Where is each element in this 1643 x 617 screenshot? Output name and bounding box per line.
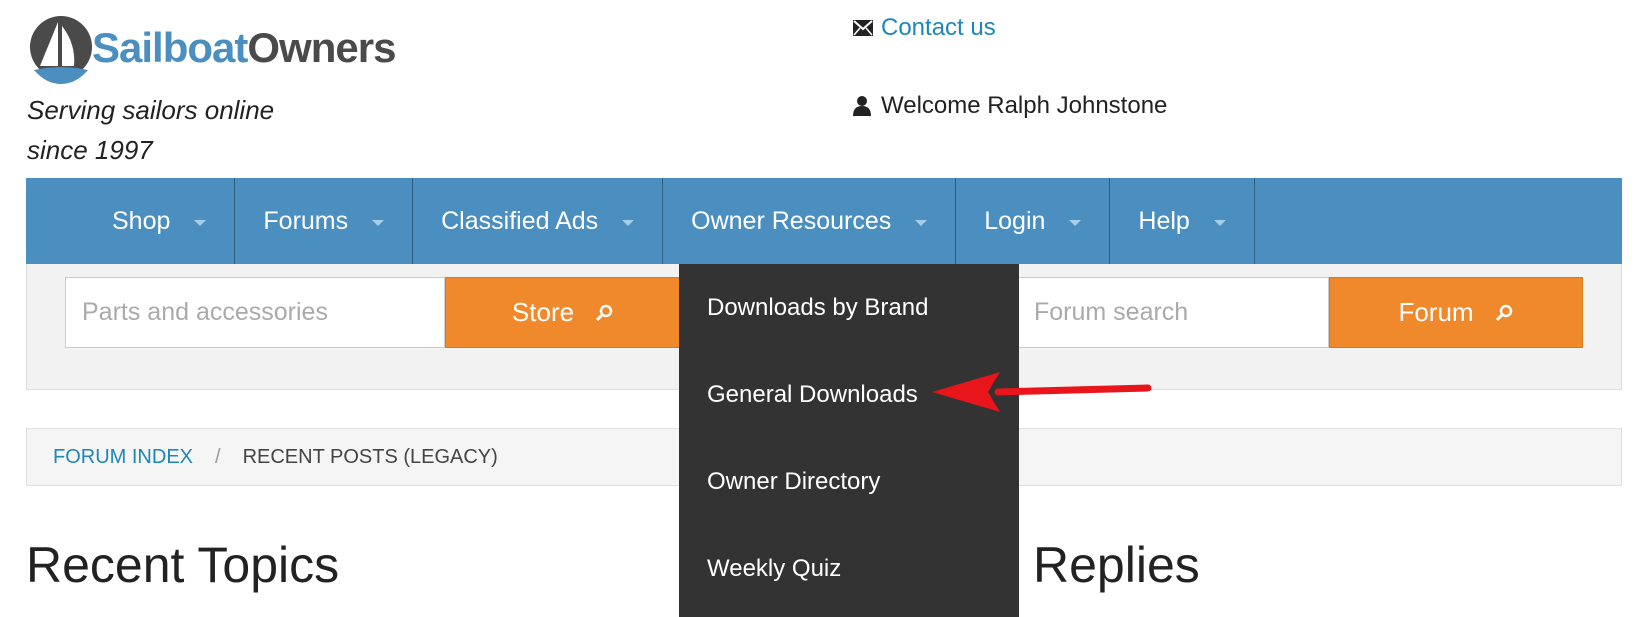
red-arrow-annotation: [932, 372, 1152, 412]
caret-down-icon: [194, 219, 207, 226]
tagline-line-2: since 1997: [27, 135, 153, 165]
store-search-button[interactable]: Store: [445, 277, 681, 348]
nav-item-label: Login: [984, 206, 1046, 235]
store-search-input[interactable]: Parts and accessories: [65, 277, 445, 348]
site-tagline: Serving sailors online since 1997: [27, 90, 347, 170]
owner-resources-dropdown: Downloads by Brand General Downloads Own…: [679, 264, 1019, 617]
forum-search-input[interactable]: Forum search: [1017, 277, 1329, 348]
contact-us-link[interactable]: Contact us: [881, 14, 996, 42]
nav-item-owner-resources[interactable]: Owner Resources: [663, 178, 957, 264]
welcome-message: Welcome Ralph Johnstone: [853, 92, 1167, 120]
replies-heading: Replies: [1033, 537, 1200, 593]
logo-sail-text: Sailboat: [92, 24, 248, 71]
sailboat-logo-icon: [30, 16, 92, 84]
main-nav: Shop Forums Classified Ads Owner Resourc…: [26, 178, 1622, 264]
caret-down-icon: [1213, 219, 1226, 226]
contact-link-row: Contact us: [853, 14, 996, 42]
store-button-label: Store: [511, 297, 575, 327]
breadcrumb-forum-index-link[interactable]: FORUM INDEX: [53, 446, 193, 469]
nav-item-label: Owner Resources: [691, 206, 892, 235]
caret-down-icon: [622, 219, 635, 226]
dropdown-item-owner-directory[interactable]: Owner Directory: [679, 438, 1019, 525]
nav-item-shop[interactable]: Shop: [26, 178, 236, 264]
breadcrumb-separator: /: [215, 445, 221, 468]
nav-item-help[interactable]: Help: [1110, 178, 1255, 264]
caret-down-icon: [372, 219, 385, 226]
breadcrumb-current: RECENT POSTS (LEGACY): [242, 445, 498, 468]
user-icon: [853, 96, 871, 116]
nav-item-label: Help: [1138, 206, 1190, 235]
nav-item-label: Forums: [263, 206, 349, 235]
nav-item-login[interactable]: Login: [956, 178, 1111, 264]
site-logo[interactable]: SailboatOwners: [28, 14, 428, 88]
welcome-text: Welcome Ralph Johnstone: [881, 92, 1168, 119]
recent-topics-heading: Recent Topics: [26, 537, 340, 593]
caret-down-icon: [1069, 219, 1082, 226]
dropdown-item-weekly-quiz[interactable]: Weekly Quiz: [679, 525, 1019, 612]
logo-wordmark: SailboatOwners: [92, 24, 396, 72]
nav-item-label: Classified Ads: [441, 206, 599, 235]
search-icon: [596, 304, 613, 321]
caret-down-icon: [915, 219, 928, 226]
forum-button-label: Forum: [1398, 297, 1474, 327]
nav-item-label: Shop: [112, 206, 171, 235]
search-icon: [1495, 304, 1512, 321]
logo-owners-text: Owners: [247, 24, 396, 71]
nav-item-forums[interactable]: Forums: [235, 178, 414, 264]
tagline-line-1: Serving sailors online: [27, 95, 275, 125]
envelope-icon: [853, 20, 873, 36]
nav-item-classified-ads[interactable]: Classified Ads: [413, 178, 664, 264]
forum-search-button[interactable]: Forum: [1329, 277, 1583, 348]
dropdown-item-downloads-by-brand[interactable]: Downloads by Brand: [679, 264, 1019, 351]
